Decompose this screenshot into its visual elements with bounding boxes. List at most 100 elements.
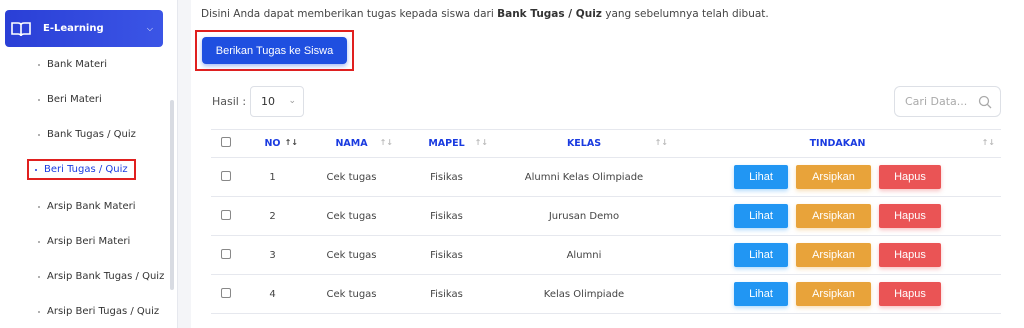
sidebar-item-beri-tugas-quiz[interactable]: Beri Tugas / Quiz (27, 159, 136, 180)
header-mapel[interactable]: MAPEL ↑↓ (399, 129, 494, 158)
archive-button[interactable]: Arsipkan (796, 243, 871, 267)
header-kelas-label: KELAS (566, 138, 602, 149)
search-placeholder: Cari Data... (905, 95, 968, 108)
cell-no: 3 (241, 235, 304, 275)
highlight-box: Berikan Tugas ke Siswa (195, 30, 354, 71)
sidebar-item-arsip-bank-materi[interactable]: Arsip Bank Materi (38, 201, 135, 212)
sort-icon: ↑↓ (474, 138, 488, 147)
select-all-header (211, 129, 241, 158)
archive-button[interactable]: Arsipkan (796, 204, 871, 228)
archive-button[interactable]: Arsipkan (796, 282, 871, 306)
search-icon (978, 95, 992, 109)
sort-icon: ↑↓ (981, 138, 995, 147)
archive-button[interactable]: Arsipkan (796, 165, 871, 189)
cell-no: 1 (241, 157, 304, 197)
cell-no: 4 (241, 274, 304, 314)
sidebar-item-bank-tugas-quiz[interactable]: Bank Tugas / Quiz (38, 129, 136, 140)
cell-actions: Lihat Arsipkan Hapus (674, 157, 1001, 197)
table-row: 2 Cek tugas Fisikas Jurusan Demo Lihat A… (211, 196, 1001, 236)
header-no[interactable]: NO ↑↓ (241, 129, 304, 158)
header-kelas[interactable]: KELAS ↑↓ (494, 129, 674, 158)
book-icon (11, 21, 31, 36)
bullet-icon (38, 205, 40, 208)
select-all-checkbox[interactable] (221, 137, 231, 147)
description-text-end: yang sebelumnya telah dibuat. (601, 8, 769, 20)
give-task-button[interactable]: Berikan Tugas ke Siswa (202, 37, 347, 64)
header-nama[interactable]: NAMA ↑↓ (304, 129, 399, 158)
delete-button[interactable]: Hapus (879, 282, 941, 306)
header-nama-label: NAMA (335, 138, 368, 149)
cell-kelas: Alumni (494, 235, 674, 275)
cell-actions: Lihat Arsipkan Hapus (674, 274, 1001, 314)
sort-icon: ↑↓ (379, 138, 393, 147)
header-mapel-label: MAPEL (428, 138, 465, 149)
cell-mapel: Fisikas (399, 196, 494, 236)
task-table: NO ↑↓ NAMA ↑↓ MAPEL ↑↓ KELAS ↑↓ TINDAKAN ↑↓ 1… (211, 129, 1001, 314)
view-button[interactable]: Lihat (734, 282, 788, 306)
menu-e-learning[interactable]: E-Learning ⌵ (5, 10, 163, 47)
cell-kelas: Alumni Kelas Olimpiade (494, 157, 674, 197)
menu-e-learning-label: E-Learning (43, 23, 104, 34)
sidebar-item-label: Bank Materi (47, 59, 108, 70)
delete-button[interactable]: Hapus (879, 204, 941, 228)
table-row: 3 Cek tugas Fisikas Alumni Lihat Arsipka… (211, 235, 1001, 275)
sort-icon: ↑↓ (284, 138, 298, 147)
table-row: 4 Cek tugas Fisikas Kelas Olimpiade Liha… (211, 274, 1001, 314)
delete-button[interactable]: Hapus (879, 165, 941, 189)
chevron-down-icon: ⌄ (288, 96, 296, 106)
view-button[interactable]: Lihat (734, 204, 788, 228)
main-panel: Disini Anda dapat memberikan tugas kepad… (191, 0, 1024, 328)
sidebar-item-beri-materi[interactable]: Beri Materi (38, 94, 102, 105)
cell-mapel: Fisikas (399, 235, 494, 275)
cell-no: 2 (241, 196, 304, 236)
bullet-icon (38, 98, 40, 101)
cell-nama: Cek tugas (304, 157, 399, 197)
table-row: 1 Cek tugas Fisikas Alumni Kelas Olimpia… (211, 157, 1001, 197)
sidebar-scrollbar[interactable] (170, 100, 174, 290)
table-header-row: NO ↑↓ NAMA ↑↓ MAPEL ↑↓ KELAS ↑↓ TINDAKAN ↑↓ (211, 129, 1001, 158)
row-checkbox[interactable] (221, 209, 231, 220)
header-tindakan[interactable]: TINDAKAN ↑↓ (674, 129, 1001, 158)
bullet-icon (38, 133, 40, 136)
bullet-icon (38, 310, 40, 313)
cell-nama: Cek tugas (304, 196, 399, 236)
row-select-cell (211, 196, 241, 236)
sort-icon: ↑↓ (654, 138, 668, 147)
sidebar: E-Learning ⌵ Bank Materi Beri Materi Ban… (0, 0, 178, 328)
sidebar-item-label: Arsip Beri Tugas / Quiz (47, 306, 160, 317)
cell-nama: Cek tugas (304, 274, 399, 314)
description-text: Disini Anda dapat memberikan tugas kepad… (201, 8, 498, 20)
page-size-value: 10 (261, 95, 275, 108)
sidebar-item-bank-materi[interactable]: Bank Materi (38, 59, 107, 70)
row-select-cell (211, 235, 241, 275)
cell-mapel: Fisikas (399, 157, 494, 197)
header-no-label: NO (264, 138, 281, 149)
bullet-icon (38, 63, 40, 66)
bullet-icon (38, 240, 40, 243)
sidebar-item-label: Beri Tugas / Quiz (44, 164, 128, 175)
page-size-select[interactable]: 10 ⌄ (250, 86, 304, 117)
header-tindakan-label: TINDAKAN (809, 138, 866, 149)
sidebar-item-arsip-beri-materi[interactable]: Arsip Beri Materi (38, 236, 130, 247)
cell-kelas: Jurusan Demo (494, 196, 674, 236)
sidebar-item-label: Arsip Beri Materi (47, 236, 131, 247)
view-button[interactable]: Lihat (734, 165, 788, 189)
cell-kelas: Kelas Olimpiade (494, 274, 674, 314)
view-button[interactable]: Lihat (734, 243, 788, 267)
page-size-label: Hasil : (212, 95, 247, 108)
description-bold: Bank Tugas / Quiz (497, 8, 602, 20)
row-select-cell (211, 274, 241, 314)
delete-button[interactable]: Hapus (879, 243, 941, 267)
sidebar-item-label: Arsip Bank Tugas / Quiz (47, 271, 165, 282)
row-select-cell (211, 157, 241, 197)
sidebar-item-label: Bank Tugas / Quiz (47, 129, 136, 140)
chevron-down-icon: ⌵ (146, 23, 153, 33)
bullet-icon (35, 168, 37, 171)
search-input[interactable]: Cari Data... (894, 86, 1001, 117)
page-description: Disini Anda dapat memberikan tugas kepad… (201, 8, 769, 20)
row-checkbox[interactable] (221, 287, 231, 298)
sidebar-item-arsip-beri-tugas-quiz[interactable]: Arsip Beri Tugas / Quiz (38, 306, 159, 317)
row-checkbox[interactable] (221, 248, 231, 259)
sidebar-item-arsip-bank-tugas-quiz[interactable]: Arsip Bank Tugas / Quiz (38, 271, 164, 282)
row-checkbox[interactable] (221, 170, 231, 181)
